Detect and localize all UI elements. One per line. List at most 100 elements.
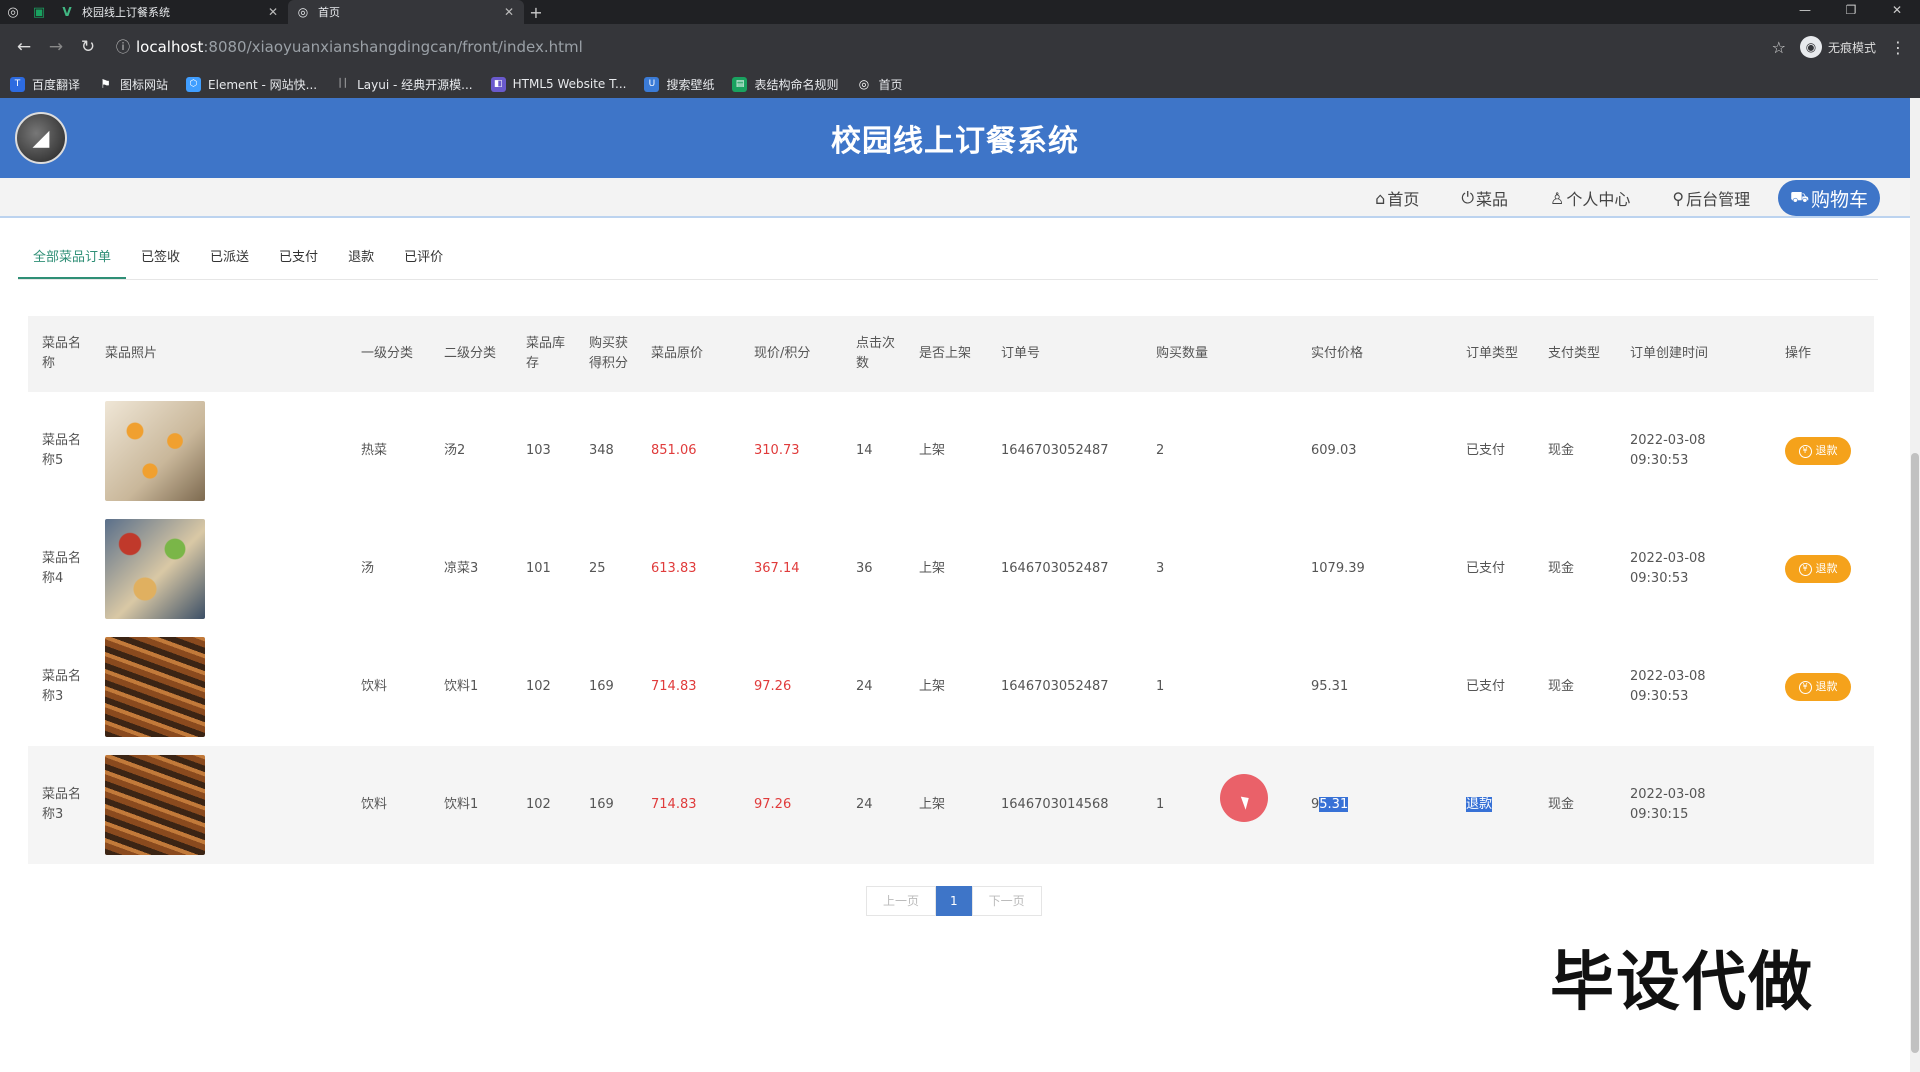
quantity: 2 (1156, 443, 1165, 458)
tab-paid[interactable]: 已支付 (264, 248, 333, 279)
nav-home[interactable]: ⌂ 首页 (1361, 186, 1433, 210)
page-1-button[interactable]: 1 (936, 886, 972, 916)
bookmark-label: 首页 (878, 77, 903, 92)
page-scrollbar[interactable] (1910, 98, 1920, 1072)
tab-signed[interactable]: 已签收 (126, 248, 195, 279)
bookmark-item[interactable]: U 搜索壁纸 (644, 76, 714, 93)
col-header: 二级分类 (444, 346, 497, 361)
globe-icon: ◎ (297, 5, 309, 19)
sheet-icon: ▤ (732, 76, 748, 92)
order-number: 1646703014568 (1001, 797, 1109, 812)
click-count: 24 (856, 679, 873, 694)
current-price: 310.73 (754, 443, 800, 458)
bookmark-item[interactable]: ◎ 首页 (856, 76, 903, 93)
nav-dishes[interactable]: ⏻ 菜品 (1447, 186, 1522, 210)
power-icon: ⏻ (1461, 188, 1474, 207)
points: 169 (589, 797, 614, 812)
minimize-icon[interactable]: — (1782, 0, 1828, 24)
paid-price-selected: 5.31 (1319, 797, 1349, 812)
window-controls: — ❐ ✕ (1782, 0, 1920, 24)
nav-menu-bar: ⌂ 首页 ⏻ 菜品 ♙ 个人中心 ⚲ 后台管理 ⛟ 购物车 (0, 178, 1910, 218)
dish-name: 菜品名称4 (42, 551, 82, 586)
refund-button[interactable]: ¥ 退款 (1785, 673, 1851, 701)
bookmark-item[interactable]: T 百度翻译 (10, 76, 80, 93)
stock: 102 (526, 679, 551, 694)
col-header: 实付价格 (1311, 346, 1364, 361)
browser-tab-1[interactable]: V 校园线上订餐系统 ✕ (52, 0, 288, 24)
nav-cart-button[interactable]: ⛟ 购物车 (1778, 180, 1880, 216)
pagination: 上一页 1 下一页 (866, 886, 1042, 916)
order-type: 已支付 (1466, 443, 1506, 458)
back-icon[interactable]: ← (8, 37, 40, 57)
scrollbar-thumb[interactable] (1911, 453, 1919, 1053)
translate-icon: T (10, 76, 25, 92)
next-page-button[interactable]: 下一页 (971, 886, 1042, 916)
bookmark-item[interactable]: ⏐⏐ Layui - 经典开源模... (335, 76, 473, 93)
nav-label: 后台管理 (1686, 190, 1751, 209)
bookmark-item[interactable]: ◧ HTML5 Website T... (490, 76, 626, 92)
category-1: 饮料 (361, 797, 388, 812)
dish-name: 菜品名称5 (42, 433, 82, 468)
kebab-menu-icon[interactable]: ⋮ (1890, 38, 1906, 57)
col-header: 菜品库存 (526, 336, 566, 371)
info-icon[interactable]: ⓘ (110, 37, 136, 57)
shelf-status: 上架 (919, 679, 946, 694)
pay-type: 现金 (1548, 679, 1575, 694)
flag-icon: ⚑ (100, 77, 111, 91)
element-icon: ⬡ (186, 76, 202, 92)
nav-profile[interactable]: ♙ 个人中心 (1536, 186, 1644, 210)
bookmark-item[interactable]: ▤ 表结构命名规则 (732, 76, 838, 93)
orders-table: 菜品名称 菜品照片 一级分类 二级分类 菜品库存 购买获得积分 菜品原价 现价/… (28, 316, 1874, 864)
tab-all-orders[interactable]: 全部菜品订单 (18, 248, 127, 279)
close-icon[interactable]: ✕ (266, 5, 280, 19)
incognito-indicator[interactable]: ◉ 无痕模式 (1799, 36, 1876, 58)
prev-page-button[interactable]: 上一页 (866, 886, 937, 916)
dish-image (105, 401, 205, 501)
col-header: 菜品原价 (651, 346, 704, 361)
bookmark-item[interactable]: ⚑ 图标网站 (98, 76, 168, 93)
tab-refund[interactable]: 退款 (333, 248, 389, 279)
close-icon[interactable]: ✕ (502, 5, 516, 19)
category-1: 热菜 (361, 443, 388, 458)
click-count: 14 (856, 443, 873, 458)
nav-label: 首页 (1387, 190, 1420, 209)
user-icon: ♙ (1550, 188, 1565, 208)
close-window-icon[interactable]: ✕ (1874, 0, 1920, 24)
created-time: 2022-03-08 09:30:53 (1616, 431, 1771, 471)
home-icon: ⌂ (1375, 188, 1386, 208)
reload-icon[interactable]: ↻ (72, 37, 104, 57)
chrome-menu-icon[interactable]: ◎ (0, 0, 26, 24)
dish-photo (91, 401, 347, 501)
html5-icon: ◧ (490, 76, 506, 92)
site-title: 校园线上订餐系统 (831, 124, 1079, 159)
url-input[interactable]: ⓘ localhost:8080/xiaoyuanxianshangdingca… (110, 30, 1772, 64)
dish-image (105, 637, 205, 737)
order-tabs: 全部菜品订单 已签收 已派送 已支付 退款 已评价 (18, 248, 1878, 280)
nav-admin[interactable]: ⚲ 后台管理 (1658, 186, 1764, 210)
category-1: 饮料 (361, 679, 388, 694)
quantity: 1 (1156, 679, 1165, 694)
table-row: 菜品名称4 汤 凉菜3 101 25 613.83 367.14 36 上架 1… (28, 510, 1874, 628)
tab-dispatched[interactable]: 已派送 (195, 248, 264, 279)
star-icon[interactable]: ☆ (1772, 38, 1786, 57)
order-type: 已支付 (1466, 679, 1506, 694)
col-header: 订单类型 (1466, 346, 1519, 361)
bookmark-label: 百度翻译 (32, 77, 81, 92)
current-price: 367.14 (754, 561, 800, 576)
bookmark-item[interactable]: ⬡ Element - 网站快... (186, 76, 317, 93)
category-2: 饮料1 (444, 797, 479, 812)
refund-button[interactable]: ¥ 退款 (1785, 555, 1851, 583)
forward-icon[interactable]: → (40, 37, 72, 57)
original-price: 714.83 (651, 797, 697, 812)
created-time: 2022-03-08 09:30:53 (1616, 667, 1771, 707)
new-tab-button[interactable]: + (524, 3, 548, 22)
category-1: 汤 (361, 561, 375, 576)
click-count: 24 (856, 797, 873, 812)
refund-button[interactable]: ¥ 退款 (1785, 437, 1851, 465)
tab-reviewed[interactable]: 已评价 (389, 248, 458, 279)
pinned-tab-icon[interactable]: ▣ (26, 0, 52, 24)
browser-tab-2[interactable]: ◎ 首页 ✕ (288, 0, 524, 24)
restore-icon[interactable]: ❐ (1828, 0, 1874, 24)
created-time: 2022-03-08 09:30:15 (1616, 785, 1771, 825)
tab-title: 首页 (318, 6, 340, 19)
